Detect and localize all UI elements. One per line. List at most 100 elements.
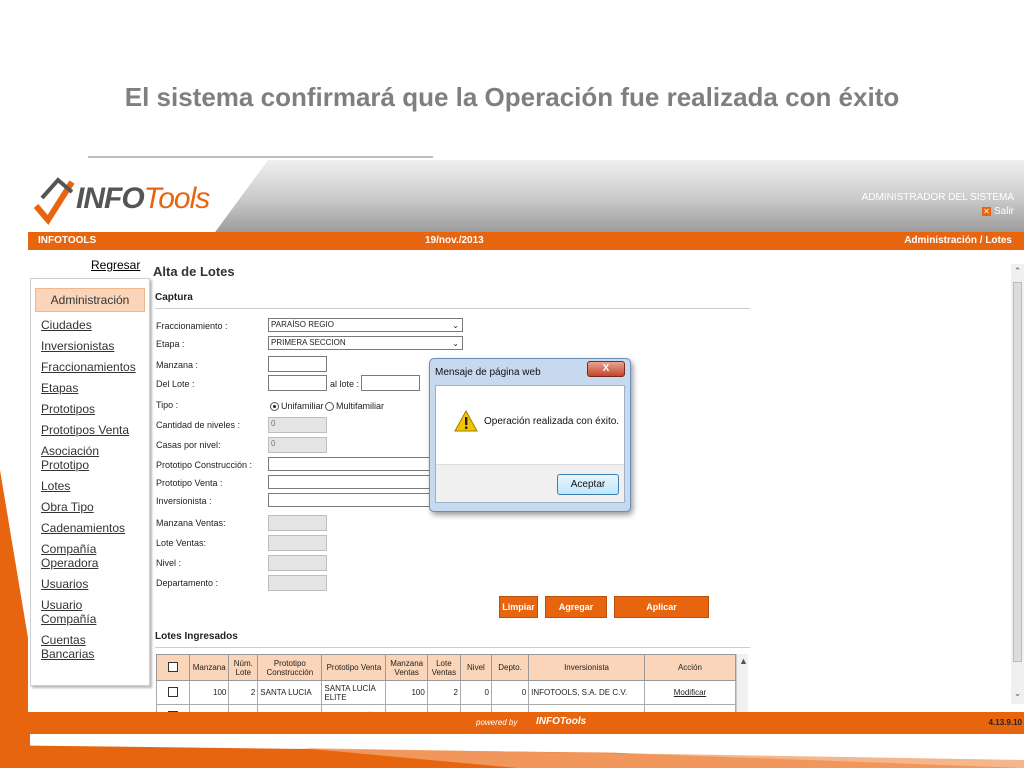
radio-multifamiliar-label: Multifamiliar	[336, 401, 385, 411]
inversionista-label: Inversionista :	[156, 496, 212, 506]
sidebar-item-fraccionamientos[interactable]: Fraccionamientos	[31, 360, 149, 374]
footer-logo: INFOTools	[536, 716, 587, 727]
version-label: 4.13.9.10	[988, 718, 1022, 727]
chevron-up-icon[interactable]: ▲	[737, 656, 750, 666]
proto-venta-label: Prototipo Venta :	[156, 478, 223, 488]
sidebar-item-usuarios[interactable]: Usuarios	[31, 577, 149, 591]
sidebar-item-prototipos[interactable]: Prototipos	[31, 402, 149, 416]
tipo-label: Tipo :	[156, 400, 179, 410]
sidebar-item-asociacion-prototipo[interactable]: Asociación Prototipo	[31, 444, 111, 472]
page-title: Alta de Lotes	[153, 264, 235, 279]
breadcrumb: Administración / Lotes	[904, 235, 1012, 246]
sidebar-item-ciudades[interactable]: Ciudades	[31, 318, 149, 332]
sidebar-item-prototipos-venta[interactable]: Prototipos Venta	[31, 423, 149, 437]
sidebar-item-lotes[interactable]: Lotes	[31, 479, 149, 493]
fraccionamiento-label: Fraccionamiento :	[156, 321, 228, 331]
table-cell: 0	[459, 680, 492, 705]
table-cell: SANTA LUCIA	[257, 680, 323, 705]
aplicar-modificaciones-button[interactable]: Aplicar Modificaciones	[614, 596, 709, 632]
chevron-down-icon: ⌄	[452, 339, 459, 348]
navbar-app-name: INFOTOOLS	[38, 235, 97, 246]
divider	[88, 156, 433, 158]
logo-text: INFOTools	[76, 182, 211, 216]
dialog-close-button[interactable]: X	[587, 361, 625, 377]
agregar-lotes-button[interactable]: Agregar Lotes	[545, 596, 607, 632]
powered-by-text: powered by	[476, 718, 518, 727]
chevron-down-icon[interactable]: ⌄	[1011, 688, 1024, 699]
dialog-footer: Aceptar	[436, 464, 624, 502]
sidebar-item-obra-tipo[interactable]: Obra Tipo	[31, 500, 149, 514]
logout-label: Salir	[993, 206, 1014, 217]
section-lotes-ingresados: Lotes Ingresados	[155, 631, 238, 642]
page-scrollbar[interactable]: ⌃ ⌄	[1011, 264, 1024, 704]
column-header: Lote Ventas	[426, 654, 461, 681]
dialog-body: Operación realizada con éxito. Aceptar	[435, 385, 625, 503]
column-header: Núm. Lote	[228, 654, 259, 681]
radio-multifamiliar[interactable]: Multifamiliar	[325, 401, 384, 411]
navbar-date: 19/nov./2013	[425, 235, 484, 246]
table-row: 100 2 SANTA LUCIA SANTA LUCÍA ELITE 100 …	[155, 680, 737, 705]
chevron-down-icon: ⌄	[452, 321, 459, 330]
sidebar-item-cuentas-bancarias[interactable]: Cuentas Bancarias	[31, 633, 111, 661]
column-header: Manzana	[189, 654, 230, 681]
modificar-link[interactable]: Modificar	[643, 680, 737, 705]
limpiar-button[interactable]: Limpiar	[499, 596, 538, 618]
column-select-all[interactable]	[155, 654, 191, 681]
navbar: INFOTOOLS 19/nov./2013 Administración / …	[28, 232, 1024, 250]
app-header: INFOTools ADMINISTRADOR DEL SISTEMA ✕ Sal…	[28, 160, 1024, 232]
table-cell: 2	[228, 680, 259, 705]
sidebar-item-inversionistas[interactable]: Inversionistas	[31, 339, 149, 353]
manzana-ventas-input[interactable]	[268, 515, 327, 531]
manzana-input[interactable]	[268, 356, 327, 372]
sidebar-header: Administración	[35, 288, 145, 312]
logo-info: INFO	[76, 182, 145, 215]
slide-decoration-left	[0, 470, 30, 768]
fraccionamiento-select[interactable]: PARAÍSO REGIO ⌄	[268, 318, 463, 332]
aceptar-button[interactable]: Aceptar	[557, 474, 619, 495]
sidebar-item-cadenamientos[interactable]: Cadenamientos	[31, 521, 149, 535]
fraccionamiento-value: PARAÍSO REGIO	[271, 320, 334, 329]
column-header: Acción	[643, 654, 737, 681]
divider	[155, 308, 750, 309]
table-cell: 100	[385, 680, 428, 705]
row-checkbox-cell[interactable]	[155, 680, 191, 705]
table-cell: SANTA LUCÍA ELITE	[321, 680, 387, 705]
radio-unselected-icon	[325, 401, 334, 411]
manzana-ventas-label: Manzana Ventas:	[156, 518, 226, 528]
back-link[interactable]: Regresar	[91, 258, 140, 272]
casas-input[interactable]: 0	[268, 437, 327, 453]
proto-const-label: Prototipo Construcción :	[156, 460, 253, 470]
lote-ventas-input[interactable]	[268, 535, 327, 551]
lote-ventas-label: Lote Ventas:	[156, 538, 207, 548]
row-checkbox[interactable]	[168, 686, 179, 697]
select-all-checkbox[interactable]	[168, 661, 179, 672]
del-lote-input[interactable]	[268, 375, 327, 391]
radio-unifamiliar-label: Unifamiliar	[281, 401, 324, 411]
chevron-up-icon[interactable]: ⌃	[1011, 266, 1024, 277]
dialog-message: Operación realizada con éxito.	[484, 416, 620, 427]
logout-link[interactable]: ✕ Salir	[981, 206, 1014, 217]
niveles-input[interactable]: 0	[268, 417, 327, 433]
etapa-select[interactable]: PRIMERA SECCION ⌄	[268, 336, 463, 350]
logo-check-icon	[33, 177, 75, 226]
column-header: Manzana Ventas	[385, 654, 428, 681]
scrollbar-thumb[interactable]	[1013, 282, 1022, 662]
close-icon: ✕	[981, 207, 991, 216]
dialog-title: Mensaje de página web	[435, 367, 541, 378]
table-cell: INFOTOOLS, S.A. DE C.V.	[528, 680, 645, 705]
nivel-input[interactable]	[268, 555, 327, 571]
table-cell: 2	[426, 680, 461, 705]
column-header: Prototipo Venta	[321, 654, 387, 681]
radio-unifamiliar[interactable]: Unifamiliar	[270, 401, 324, 411]
column-header: Inversionista	[528, 654, 645, 681]
nivel-label: Nivel :	[156, 558, 182, 568]
logo: INFOTools	[28, 160, 268, 232]
etapa-label: Etapa :	[156, 339, 185, 349]
sidebar-item-compania-operadora[interactable]: Compañía Operadora	[31, 542, 111, 570]
al-lote-input[interactable]	[361, 375, 420, 391]
logo-tools: Tools	[143, 182, 211, 215]
footer: powered by INFOTools 4.13.9.10	[28, 712, 1024, 734]
sidebar-item-usuario-compania[interactable]: Usuario Compañía	[31, 598, 111, 626]
departamento-input[interactable]	[268, 575, 327, 591]
sidebar-item-etapas[interactable]: Etapas	[31, 381, 149, 395]
